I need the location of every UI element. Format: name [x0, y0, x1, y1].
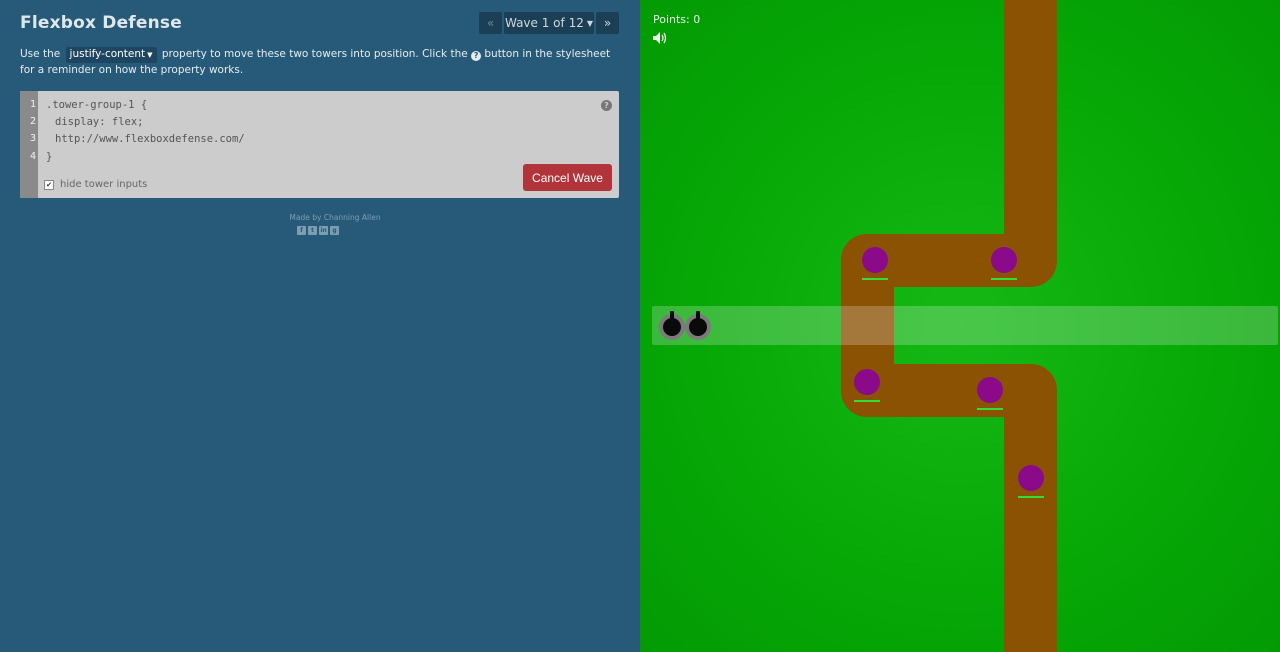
- enemy-icon: [977, 377, 1003, 410]
- code-line: }: [46, 151, 53, 163]
- wave-navigation: « Wave 1 of 12 ▼ »: [479, 12, 619, 34]
- chevron-down-icon: ▼: [147, 51, 153, 59]
- enemy-icon: [854, 369, 880, 402]
- cancel-wave-button[interactable]: Cancel Wave: [523, 164, 612, 191]
- wave-instructions: Use the justify-content ▼ property to mov…: [20, 47, 620, 78]
- speaker-icon[interactable]: [653, 32, 667, 44]
- enemy-path-segment: [1004, 390, 1057, 652]
- hide-tower-inputs-label: hide tower inputs: [60, 179, 148, 190]
- linkedin-icon[interactable]: in: [319, 226, 328, 235]
- line-number: 2: [29, 116, 36, 127]
- tower-group-1: [652, 306, 1278, 345]
- facebook-icon[interactable]: f: [297, 226, 306, 235]
- wave-select-label: Wave 1 of 12: [504, 16, 584, 30]
- tower-icon[interactable]: [683, 309, 713, 341]
- enemy-icon: [862, 247, 888, 280]
- line-number: 1: [29, 99, 36, 110]
- line-number: 3: [29, 133, 36, 144]
- enemy-icon: [991, 247, 1017, 280]
- instructions-middle: property to move these two towers into p…: [161, 48, 468, 60]
- game-board: Points: 0: [640, 0, 1280, 652]
- property-dropdown[interactable]: justify-content ▼: [65, 47, 157, 63]
- enemy-path-segment: [1004, 0, 1057, 260]
- code-line: display: flex;: [55, 116, 144, 128]
- property-name: justify-content: [69, 48, 146, 60]
- points-display: Points: 0: [653, 13, 701, 26]
- page-title: Flexbox Defense: [20, 13, 182, 33]
- hide-tower-inputs-checkbox[interactable]: ✔: [44, 179, 54, 190]
- wave-select-dropdown[interactable]: Wave 1 of 12 ▼: [504, 12, 594, 34]
- instructions-before: Use the: [20, 48, 61, 60]
- hide-tower-inputs-row: ✔ hide tower inputs: [44, 179, 147, 190]
- stylesheet-editor: 1 2 3 4 .tower-group-1 { display: flex; …: [20, 91, 619, 198]
- previous-wave-button[interactable]: «: [479, 12, 502, 34]
- twitter-icon[interactable]: t: [308, 226, 317, 235]
- code-line: .tower-group-1 {: [46, 99, 148, 111]
- credit-text: Made by Channing Allen: [289, 213, 381, 222]
- social-links: f t in g: [297, 226, 339, 235]
- code-input-line[interactable]: http://www.flexboxdefense.com/: [55, 133, 245, 145]
- github-icon[interactable]: g: [330, 226, 339, 235]
- chevron-down-icon: ▼: [586, 18, 593, 28]
- help-button[interactable]: ?: [601, 100, 612, 111]
- question-icon: ?: [471, 51, 482, 61]
- enemy-icon: [1018, 465, 1044, 498]
- editor-panel: Flexbox Defense « Wave 1 of 12 ▼ » Use t…: [0, 0, 640, 652]
- line-number: 4: [29, 151, 36, 162]
- next-wave-button[interactable]: »: [596, 12, 619, 34]
- line-number-gutter: 1 2 3 4: [20, 91, 38, 198]
